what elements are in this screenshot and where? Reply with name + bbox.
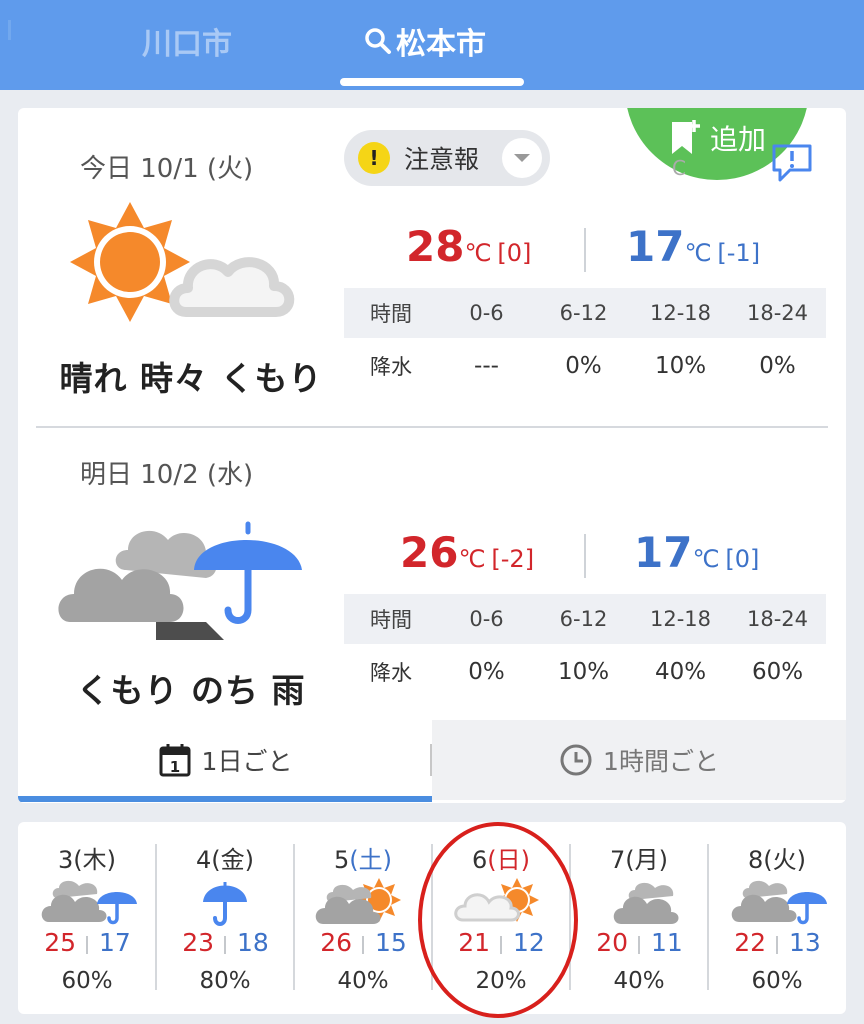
- tomorrow-low-temp: 17℃ [0]: [634, 528, 760, 577]
- svg-text:1: 1: [169, 758, 179, 776]
- tomorrow-high-temp: 26℃ [-2]: [400, 528, 535, 577]
- day-temps: 20 11: [570, 928, 708, 962]
- edge-glyph: [8, 20, 20, 40]
- tomorrow-weather-text: くもり のち 雨: [76, 671, 306, 710]
- temp-separator: [776, 936, 778, 954]
- active-tab-indicator: [340, 78, 524, 86]
- day-temps: 25 17: [18, 928, 156, 962]
- highlight-circle: [418, 822, 578, 1018]
- today-date-label: 今日 10/1 (火): [80, 154, 254, 184]
- precip-chance: 60%: [751, 968, 803, 994]
- search-icon: [365, 28, 391, 54]
- temp-separator: [638, 936, 640, 954]
- day-forecast-8[interactable]: 8(火) 22 13 60%: [708, 822, 846, 1014]
- temp-separator: [86, 936, 88, 954]
- cloudy-then-rain-icon: [58, 521, 302, 640]
- precip-header-row: 時間 0-6 6-12 12-18 18-24: [344, 594, 826, 644]
- high-temp: 22: [734, 928, 766, 957]
- day-label: 5(土): [333, 846, 392, 874]
- day-separator: [293, 844, 295, 990]
- tab-daily-label: 1日ごと: [201, 747, 293, 776]
- tomorrow-date-label: 明日 10/2 (水): [80, 460, 254, 490]
- precip-chance: 80%: [199, 968, 251, 994]
- day-forecast-4[interactable]: 4(金) 23 18 80%: [156, 822, 294, 1014]
- day-forecast-7[interactable]: 7(月) 20 11 40%: [570, 822, 708, 1014]
- day-separator: [155, 844, 157, 990]
- tab-hourly[interactable]: 1時間ごと: [432, 720, 846, 800]
- tomorrow-temperatures: 26℃ [-2] 17℃ [0]: [388, 528, 838, 588]
- tab-separator: [430, 744, 432, 776]
- day-label: 4(金): [195, 846, 254, 874]
- city-tab-bar: 川口市 松本市: [0, 0, 864, 90]
- today-temperatures: 28℃ [0] 17℃ [-1]: [388, 222, 838, 282]
- tomorrow-forecast: 明日 10/2 (水) くもり のち 雨 26℃ [-2] 17℃ [0] 時間 0…: [18, 428, 846, 720]
- city-tab-label: 松本市: [396, 27, 486, 62]
- day-separator: [707, 844, 709, 990]
- alert-dropdown[interactable]: ! 注意報: [344, 130, 550, 186]
- precip-chance: 60%: [61, 968, 113, 994]
- tab-daily[interactable]: 1 1日ごと: [18, 720, 432, 800]
- high-temp: 25: [44, 928, 76, 957]
- today-low-temp: 17℃ [-1]: [626, 222, 761, 271]
- calendar-icon: 1: [159, 744, 191, 777]
- low-temp: 13: [789, 928, 821, 957]
- sunny-then-cloudy-icon: [70, 202, 295, 322]
- day-temps: 26 15: [294, 928, 432, 962]
- forecast-card: 追加 C 今日 10/1 (火) ! 注意報 晴れ 時々 くもり 28℃[0]: [18, 108, 846, 803]
- tab-hourly-label: 1時間ごと: [603, 747, 719, 776]
- chevron-down-icon: [502, 138, 542, 178]
- low-temp: 11: [651, 928, 683, 957]
- clock-icon: [560, 744, 592, 776]
- cloudy-icon: [589, 878, 689, 930]
- day-temps: 23 18: [156, 928, 294, 962]
- precip-chance: 40%: [613, 968, 665, 994]
- day-label: 3(木): [57, 846, 116, 874]
- today-high-temp: 28℃ [0]: [406, 222, 532, 271]
- day-label: 8(火): [747, 846, 806, 874]
- alert-label: 注意報: [404, 145, 480, 174]
- cloudy-sunny-icon: [313, 878, 413, 930]
- low-temp: 15: [375, 928, 407, 957]
- day-forecast-5[interactable]: 5(土) 26 15 40%: [294, 822, 432, 1014]
- cloudy-rain-icon: [727, 878, 827, 930]
- precip-value-row: 降水 0% 10% 40% 60%: [370, 659, 804, 685]
- today-weather-text: 晴れ 時々 くもり: [59, 359, 323, 398]
- temp-separator: [584, 534, 586, 578]
- high-temp: 20: [596, 928, 628, 957]
- warning-icon: !: [358, 142, 390, 174]
- city-tab-kawaguchi[interactable]: 川口市: [142, 18, 232, 64]
- precip-header-row: 時間 0-6 6-12 12-18 18-24: [344, 288, 826, 338]
- high-temp: 23: [182, 928, 214, 957]
- day-label: 7(月): [609, 846, 668, 874]
- umbrella-icon: [175, 878, 275, 930]
- low-temp: 17: [99, 928, 131, 957]
- temp-separator: [584, 228, 586, 272]
- city-tab-matsumoto[interactable]: 松本市: [364, 18, 486, 64]
- tomorrow-precip-table: 時間 0-6 6-12 12-18 18-24 降水 0% 10% 40% 60…: [344, 594, 826, 700]
- high-temp: 26: [320, 928, 352, 957]
- cloudy-rain-icon: [37, 878, 137, 930]
- precip-value-row: 降水 --- 0% 10% 0%: [370, 353, 796, 379]
- today-forecast: 今日 10/1 (火) ! 注意報 晴れ 時々 くもり 28℃ [0] 17℃ [-…: [18, 108, 846, 426]
- temp-separator: [362, 936, 364, 954]
- precip-chance: 40%: [337, 968, 389, 994]
- temp-separator: [224, 936, 226, 954]
- city-tab-label: 川口市: [142, 27, 232, 62]
- active-view-indicator: [18, 796, 432, 802]
- day-forecast-3[interactable]: 3(木) 25 17 60%: [18, 822, 156, 1014]
- day-temps: 22 13: [708, 928, 846, 962]
- today-precip-table: 時間 0-6 6-12 12-18 18-24 降水 --- 0% 10% 0%: [344, 288, 826, 394]
- low-temp: 18: [237, 928, 269, 957]
